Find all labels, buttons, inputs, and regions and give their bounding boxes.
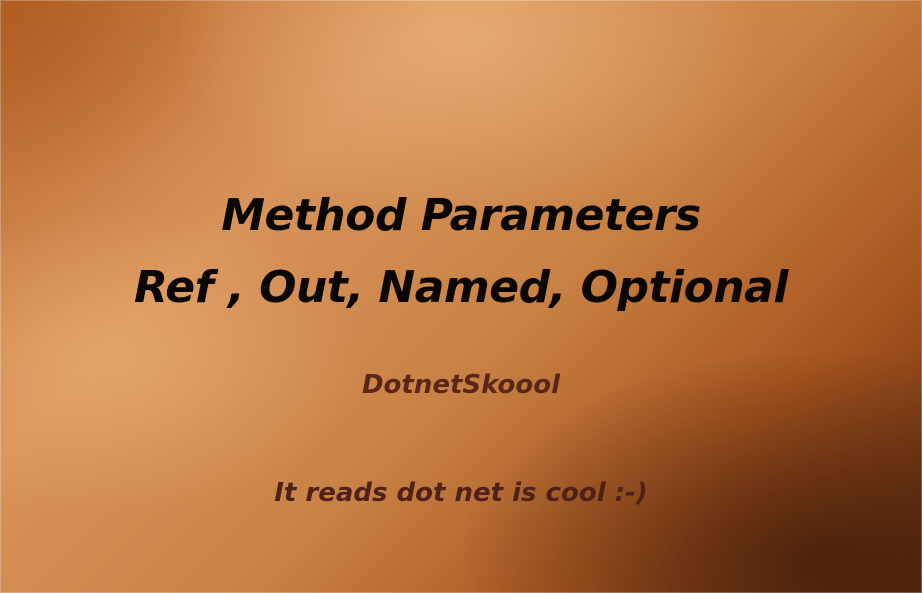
slide-title-line-1: Method Parameters [221,190,701,241]
title-slide: Method Parameters Ref , Out, Named, Opti… [0,0,922,593]
brand-name: DotnetSkoool [361,370,561,400]
tagline: It reads dot net is cool :-) [274,478,648,508]
slide-title-line-2: Ref , Out, Named, Optional [134,262,788,313]
